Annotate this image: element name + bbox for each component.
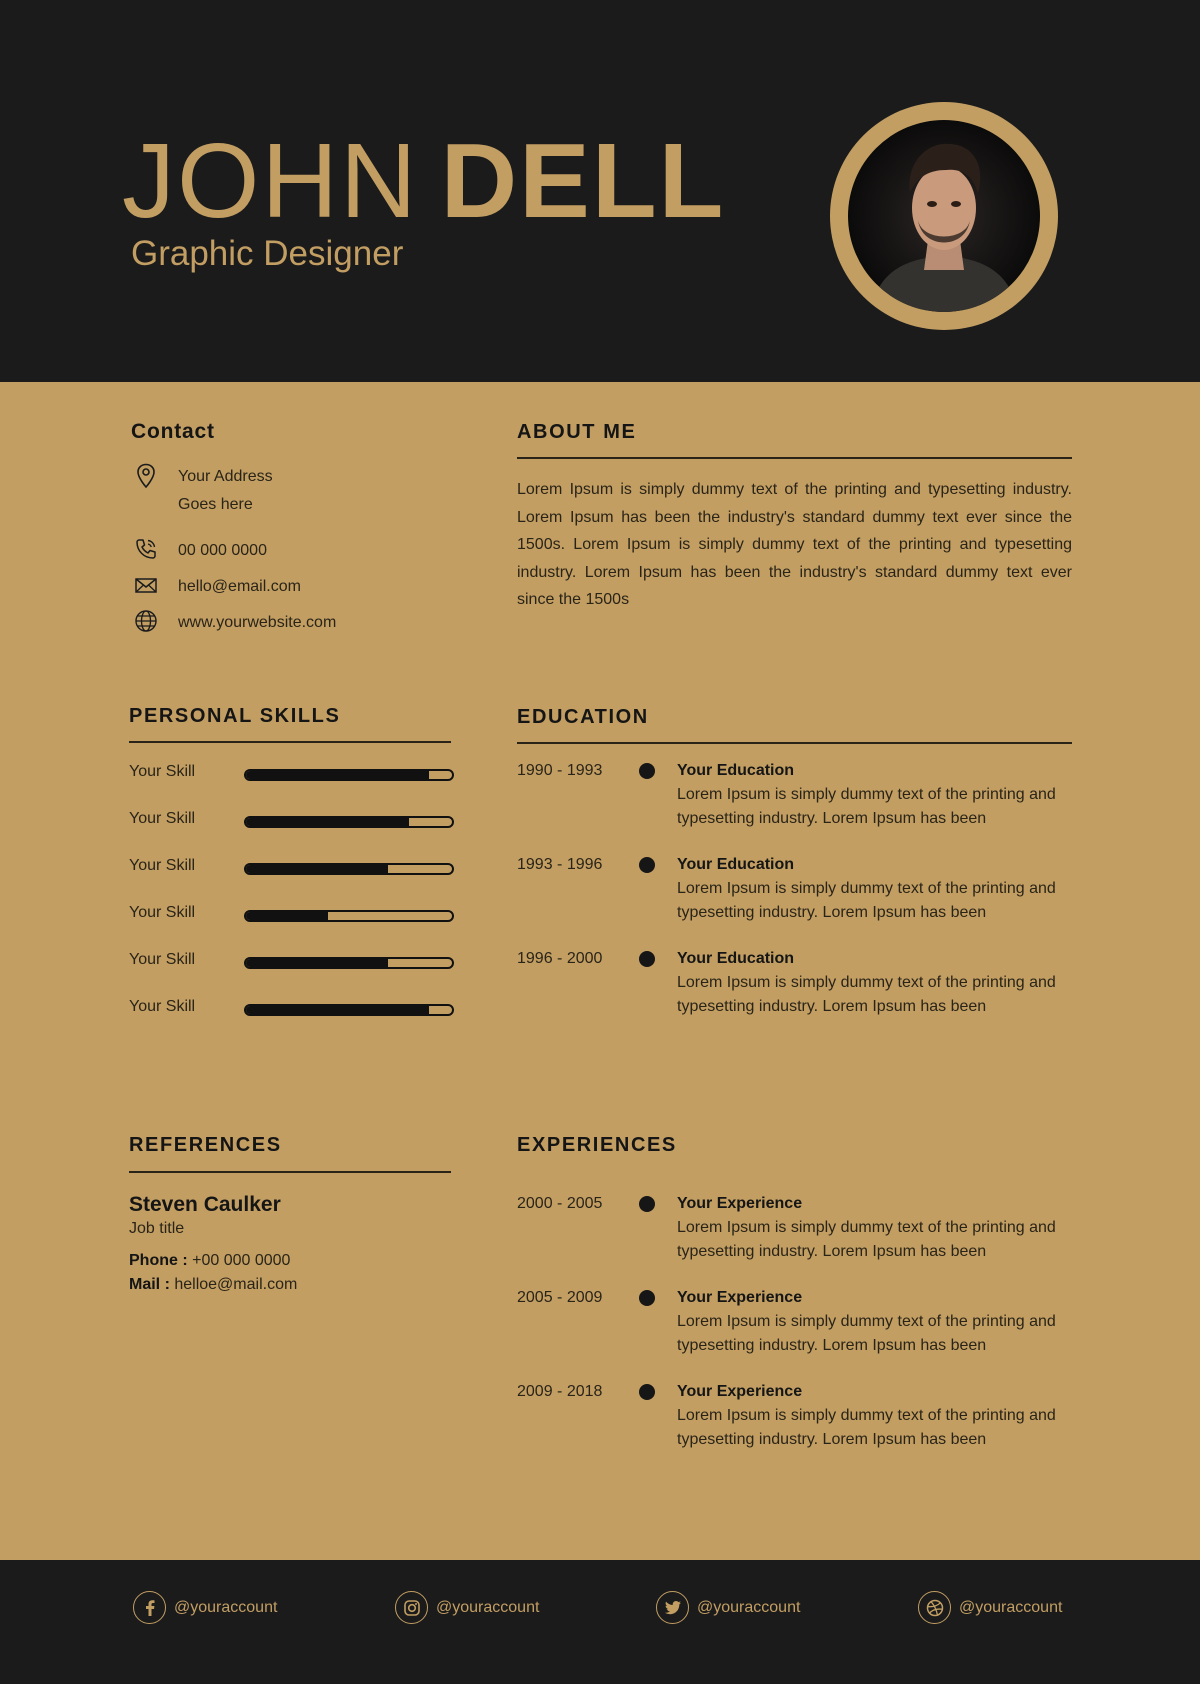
experience-bullet (639, 1196, 655, 1212)
experiences-title: EXPERIENCES (517, 1134, 677, 1156)
full-name: JOHN DELL (122, 126, 725, 236)
instagram-handle: @youraccount (436, 1598, 540, 1616)
experience-title: Your Experience (677, 1383, 803, 1400)
reference-job-title: Job title (129, 1220, 185, 1237)
experience-description: Lorem Ipsum is simply dummy text of the … (677, 1407, 1056, 1448)
education-years: 1993 - 1996 (517, 856, 603, 873)
experience-bullet (639, 1384, 655, 1400)
experience-title: Your Experience (677, 1195, 803, 1212)
skill-bar-fill (246, 818, 409, 826)
globe-icon (131, 609, 161, 635)
social-instagram[interactable]: @youraccount (395, 1591, 539, 1624)
skill-label: Your Skill (129, 998, 196, 1015)
reference-mail: Mail : helloe@mail.com (129, 1276, 297, 1294)
contact-website: www.yourwebsite.com (131, 609, 336, 637)
last-name: DELL (440, 122, 726, 240)
skills-divider (129, 741, 451, 743)
reference-name: Steven Caulker (129, 1193, 281, 1216)
website-url: www.yourwebsite.com (178, 614, 337, 631)
reference-phone: Phone : +00 000 0000 (129, 1252, 290, 1270)
envelope-icon (131, 573, 161, 599)
reference-mail-value: helloe@mail.com (174, 1276, 298, 1293)
education-years: 1996 - 2000 (517, 950, 603, 967)
facebook-handle: @youraccount (174, 1598, 278, 1616)
education-title: Your Education (677, 950, 795, 967)
first-name: JOHN (122, 122, 419, 240)
education-description: Lorem Ipsum is simply dummy text of the … (677, 786, 1056, 827)
contact-phone: 00 000 0000 (131, 537, 267, 565)
reference-phone-value: +00 000 0000 (192, 1252, 291, 1269)
skill-bar-fill (246, 771, 430, 779)
skill-label: Your Skill (129, 951, 196, 968)
address-line-1: Your Address (178, 468, 273, 485)
skill-label: Your Skill (129, 810, 196, 827)
skill-bar (244, 816, 454, 828)
footer-band: @youraccount @youraccount @youraccount @… (0, 1560, 1200, 1684)
profile-photo-frame (830, 102, 1058, 330)
skill-bar-fill (246, 1006, 430, 1014)
reference-phone-label: Phone : (129, 1252, 188, 1269)
about-title: ABOUT ME (517, 421, 637, 443)
profile-photo (848, 120, 1040, 312)
education-description: Lorem Ipsum is simply dummy text of the … (677, 880, 1056, 921)
skill-bar (244, 863, 454, 875)
education-title: EDUCATION (517, 706, 649, 728)
experience-years: 2000 - 2005 (517, 1195, 603, 1212)
contact-email: hello@email.com (131, 573, 301, 601)
social-dribbble[interactable]: @youraccount (918, 1591, 1062, 1624)
skill-label: Your Skill (129, 857, 196, 874)
contact-title: Contact (131, 420, 215, 443)
twitter-icon (656, 1591, 689, 1624)
contact-address: Your Address Goes here (131, 463, 273, 519)
references-divider (129, 1171, 451, 1173)
reference-mail-label: Mail : (129, 1276, 170, 1293)
skill-bar-fill (246, 865, 389, 873)
social-facebook[interactable]: @youraccount (133, 1591, 277, 1624)
education-bullet (639, 763, 655, 779)
instagram-icon (395, 1591, 428, 1624)
dribbble-icon (918, 1591, 951, 1624)
header-band: JOHN DELL Graphic Designer (0, 0, 1200, 382)
about-divider (517, 457, 1072, 459)
phone-number: 00 000 0000 (178, 542, 267, 559)
experience-description: Lorem Ipsum is simply dummy text of the … (677, 1219, 1056, 1260)
skill-label: Your Skill (129, 763, 196, 780)
facebook-icon (133, 1591, 166, 1624)
job-role: Graphic Designer (131, 234, 404, 273)
education-divider (517, 742, 1072, 744)
experience-bullet (639, 1290, 655, 1306)
about-text: Lorem Ipsum is simply dummy text of the … (517, 481, 1072, 608)
skill-bar-fill (246, 912, 329, 920)
education-title: Your Education (677, 762, 795, 779)
experience-years: 2009 - 2018 (517, 1383, 603, 1400)
experience-title: Your Experience (677, 1289, 803, 1306)
twitter-handle: @youraccount (697, 1598, 801, 1616)
skill-bar-fill (246, 959, 389, 967)
skill-label: Your Skill (129, 904, 196, 921)
email-address: hello@email.com (178, 578, 301, 595)
references-title: REFERENCES (129, 1134, 282, 1156)
address-line-2: Goes here (178, 496, 253, 513)
phone-icon (131, 537, 161, 563)
social-twitter[interactable]: @youraccount (656, 1591, 800, 1624)
experience-description: Lorem Ipsum is simply dummy text of the … (677, 1313, 1056, 1354)
education-bullet (639, 951, 655, 967)
education-bullet (639, 857, 655, 873)
dribbble-handle: @youraccount (959, 1598, 1063, 1616)
education-years: 1990 - 1993 (517, 762, 603, 779)
skill-bar (244, 769, 454, 781)
skill-bar (244, 910, 454, 922)
skill-bar (244, 957, 454, 969)
education-title: Your Education (677, 856, 795, 873)
skills-title: PERSONAL SKILLS (129, 705, 341, 727)
map-pin-icon (131, 463, 161, 489)
skill-bar (244, 1004, 454, 1016)
education-description: Lorem Ipsum is simply dummy text of the … (677, 974, 1056, 1015)
experience-years: 2005 - 2009 (517, 1289, 603, 1306)
